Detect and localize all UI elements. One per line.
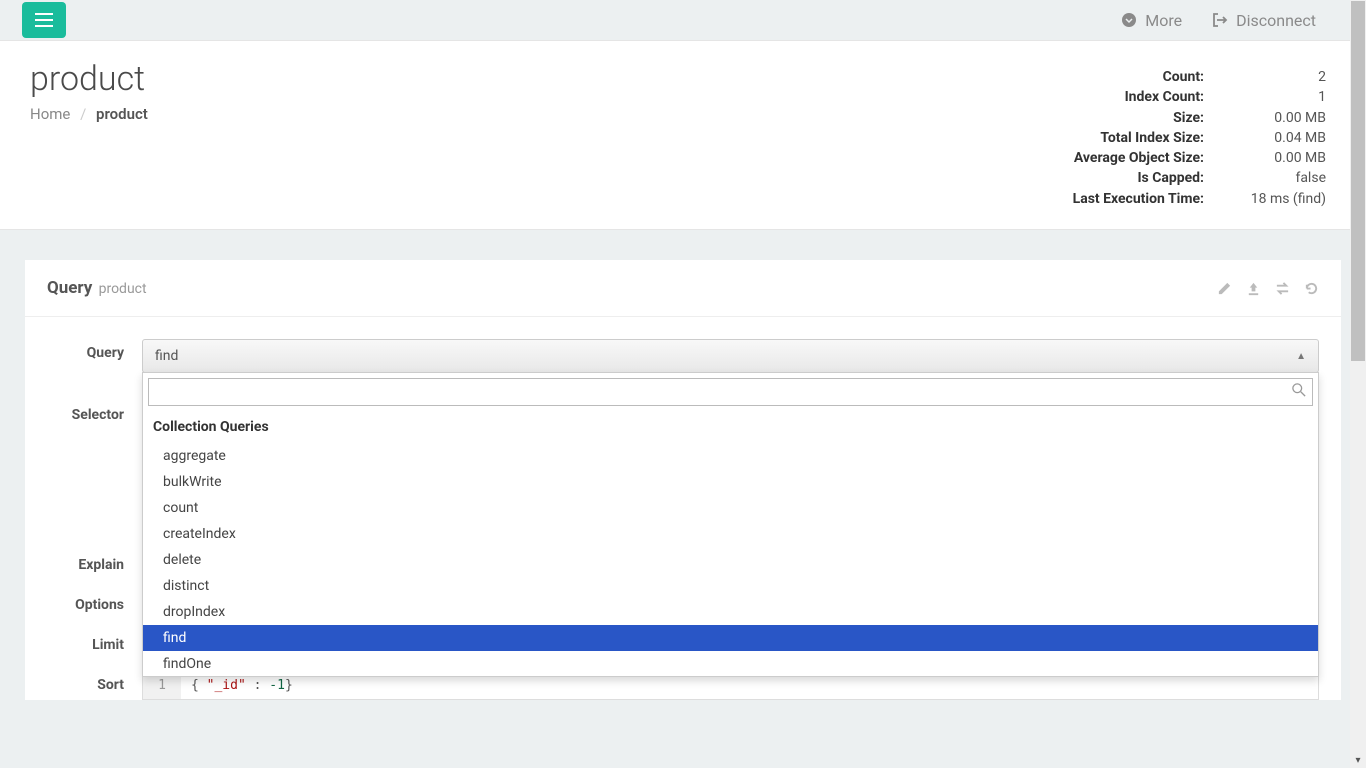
topbar: More Disconnect xyxy=(0,0,1366,40)
query-panel: Query product Query find ▲ xyxy=(25,260,1341,700)
dropdown-item-dropindex[interactable]: dropIndex xyxy=(143,599,1318,625)
query-label: Query xyxy=(47,339,142,361)
dropdown-item-distinct[interactable]: distinct xyxy=(143,573,1318,599)
undo-icon xyxy=(1304,281,1319,296)
pencil-icon xyxy=(1217,281,1232,296)
breadcrumb-home-link[interactable]: Home xyxy=(30,105,70,123)
stat-total-index-size-label: Total Index Size: xyxy=(1049,128,1204,148)
dropdown-item-aggregate[interactable]: aggregate xyxy=(143,443,1318,469)
disconnect-button[interactable]: Disconnect xyxy=(1212,11,1316,30)
reset-button[interactable] xyxy=(1304,281,1319,296)
stat-total-index-size-value: 0.04 MB xyxy=(1226,128,1326,148)
swap-button[interactable] xyxy=(1275,281,1290,296)
stat-count-label: Count: xyxy=(1049,67,1204,87)
dropdown-search-input[interactable] xyxy=(148,378,1313,406)
disconnect-label: Disconnect xyxy=(1236,11,1316,30)
page-header: product Home / product Count: 2 Index Cou… xyxy=(0,40,1366,230)
query-type-value: find xyxy=(155,348,178,364)
breadcrumb: Home / product xyxy=(30,105,148,123)
dropdown-item-count[interactable]: count xyxy=(143,495,1318,521)
explain-label: Explain xyxy=(47,551,142,573)
upload-button[interactable] xyxy=(1246,281,1261,296)
more-label: More xyxy=(1145,11,1182,30)
stat-index-count-value: 1 xyxy=(1226,87,1326,107)
dropdown-group-header: Collection Queries xyxy=(143,411,1318,443)
page-scrollbar-thumb[interactable] xyxy=(1351,1,1365,361)
page-scrollbar-track: ▾ xyxy=(1350,0,1366,768)
search-icon xyxy=(1292,383,1306,401)
stat-last-exec-value: 18 ms (find) xyxy=(1226,189,1326,209)
panel-subtitle-text: product xyxy=(99,281,147,297)
query-type-select[interactable]: find ▲ xyxy=(142,339,1319,373)
dropdown-item-createindex[interactable]: createIndex xyxy=(143,521,1318,547)
panel-title-text: Query xyxy=(47,278,92,298)
stat-index-count-label: Index Count: xyxy=(1049,87,1204,107)
hamburger-icon xyxy=(35,13,53,27)
dropdown-item-delete[interactable]: delete xyxy=(143,547,1318,573)
stat-size-label: Size: xyxy=(1049,108,1204,128)
dropdown-item-findone[interactable]: findOne xyxy=(143,651,1318,676)
dropdown-item-bulkwrite[interactable]: bulkWrite xyxy=(143,469,1318,495)
upload-icon xyxy=(1246,281,1261,296)
stat-avg-obj-size-label: Average Object Size: xyxy=(1049,148,1204,168)
breadcrumb-current: product xyxy=(96,105,148,123)
menu-toggle-button[interactable] xyxy=(22,2,66,38)
stat-size-value: 0.00 MB xyxy=(1226,108,1326,128)
selector-label: Selector xyxy=(47,401,142,423)
sort-label: Sort xyxy=(47,671,142,693)
page-scrollbar-down-arrow[interactable]: ▾ xyxy=(1350,752,1366,768)
more-menu-button[interactable]: More xyxy=(1121,11,1182,30)
limit-label: Limit xyxy=(47,631,142,653)
sign-out-icon xyxy=(1212,12,1228,28)
panel-title: Query product xyxy=(47,278,147,298)
dropdown-list[interactable]: Collection Queries aggregate bulkWrite c… xyxy=(143,411,1318,676)
exchange-icon xyxy=(1275,281,1290,296)
page-title: product xyxy=(30,59,148,99)
stat-last-exec-label: Last Execution Time: xyxy=(1049,189,1204,209)
stat-avg-obj-size-value: 0.00 MB xyxy=(1226,148,1326,168)
stat-is-capped-value: false xyxy=(1226,168,1326,188)
collection-stats: Count: 2 Index Count: 1 Size: 0.00 MB Total… xyxy=(1049,67,1326,209)
options-label: Options xyxy=(47,591,142,613)
chevron-down-circle-icon xyxy=(1121,12,1137,28)
query-type-dropdown: Collection Queries aggregate bulkWrite c… xyxy=(142,372,1319,677)
breadcrumb-separator: / xyxy=(80,105,86,123)
edit-button[interactable] xyxy=(1217,281,1232,296)
dropdown-item-find[interactable]: find xyxy=(143,625,1318,651)
select-collapse-icon: ▲ xyxy=(1296,351,1306,362)
stat-count-value: 2 xyxy=(1226,67,1326,87)
stat-is-capped-label: Is Capped: xyxy=(1049,168,1204,188)
